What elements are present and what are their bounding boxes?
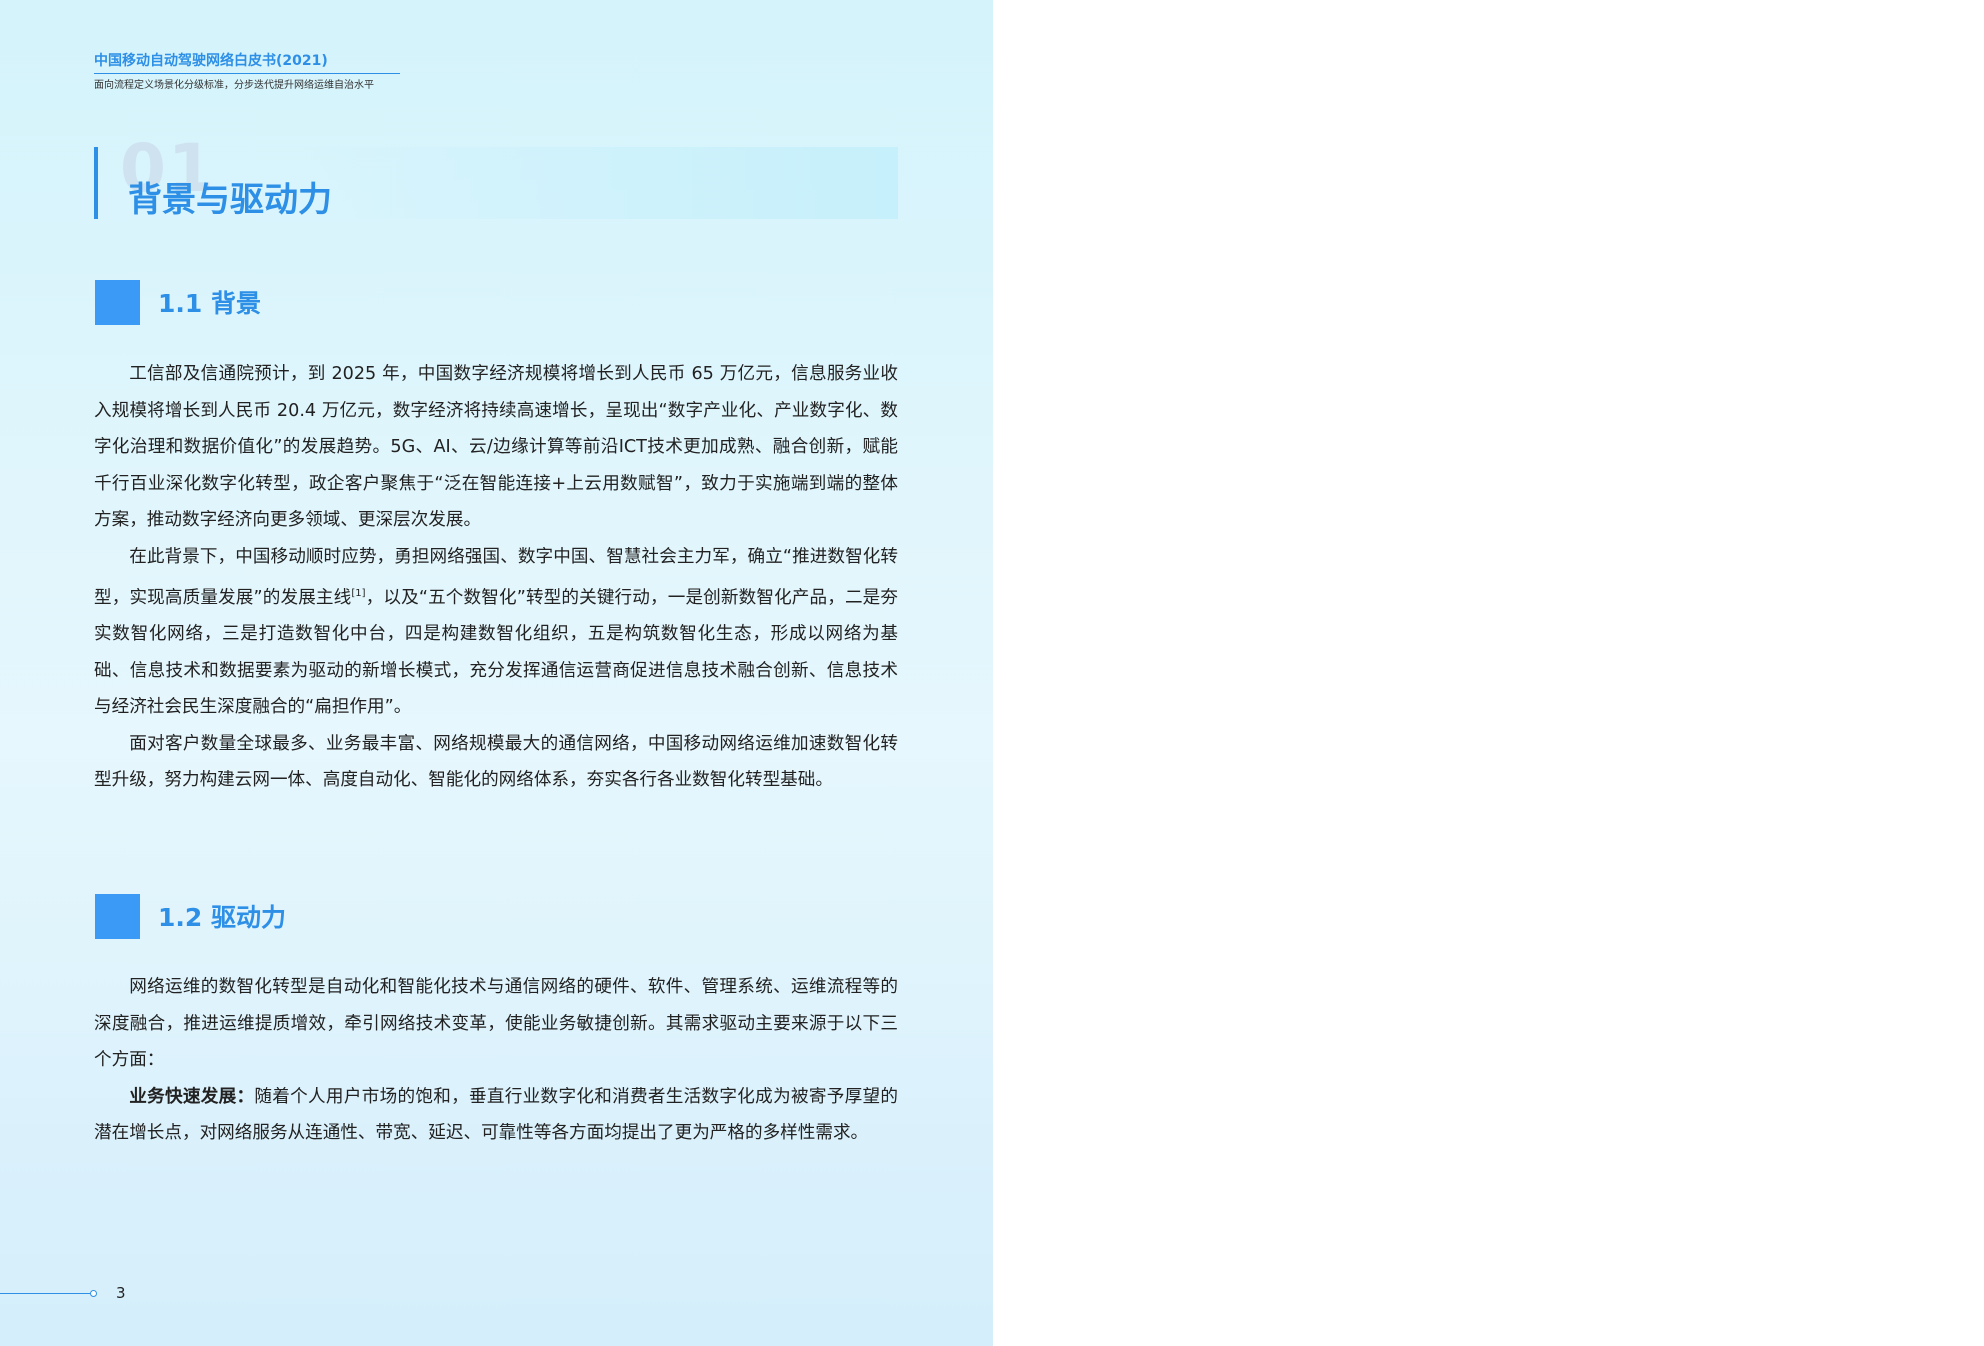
section-body-drivers: 网络运维的数智化转型是自动化和智能化技术与通信网络的硬件、软件、管理系统、运维流… — [94, 969, 898, 1152]
citation-ref[interactable]: [1] — [351, 588, 365, 599]
paragraph: 面对客户数量全球最多、业务最丰富、网络规模最大的通信网络，中国移动网络运维加速数… — [94, 733, 898, 791]
paragraph: 网络运维的数智化转型是自动化和智能化技术与通信网络的硬件、软件、管理系统、运维流… — [94, 977, 898, 1071]
footer-dot — [90, 1290, 97, 1297]
running-header-subtitle: 面向流程定义场景化分级标准，分步迭代提升网络运维自治水平 — [94, 80, 374, 91]
running-header-title: 中国移动自动驾驶网络白皮书(2021) — [94, 53, 328, 69]
paragraph: 业务快速发展：随着个人用户市场的饱和，垂直行业数字化和消费者生活数字化成为被寄予… — [94, 1086, 898, 1144]
section-marker-square — [95, 280, 140, 325]
document-page: 中国移动自动驾驶网络白皮书(2021) 面向流程定义场景化分级标准，分步迭代提升… — [0, 0, 993, 1346]
section-title-background: 1.1 背景 — [158, 289, 261, 318]
page-number: 3 — [116, 1284, 126, 1302]
section-body-background: 工信部及信通院预计，到 2025 年，中国数字经济规模将增长到人民币 65 万亿… — [94, 356, 898, 799]
chapter-title: 背景与驱动力 — [128, 180, 332, 220]
header-divider — [94, 73, 400, 74]
paragraph: 工信部及信通院预计，到 2025 年，中国数字经济规模将增长到人民币 65 万亿… — [94, 364, 898, 531]
chapter-accent-bar — [94, 147, 98, 219]
section-title-drivers: 1.2 驱动力 — [158, 903, 286, 932]
paragraph: 在此背景下，中国移动顺时应势，勇担网络强国、数字中国、智慧社会主力军，确立“推进… — [94, 546, 898, 718]
footer-rule — [0, 1293, 90, 1294]
bold-lead-in: 业务快速发展： — [129, 1086, 255, 1107]
chapter-banner-band — [300, 147, 898, 219]
section-marker-square — [95, 894, 140, 939]
